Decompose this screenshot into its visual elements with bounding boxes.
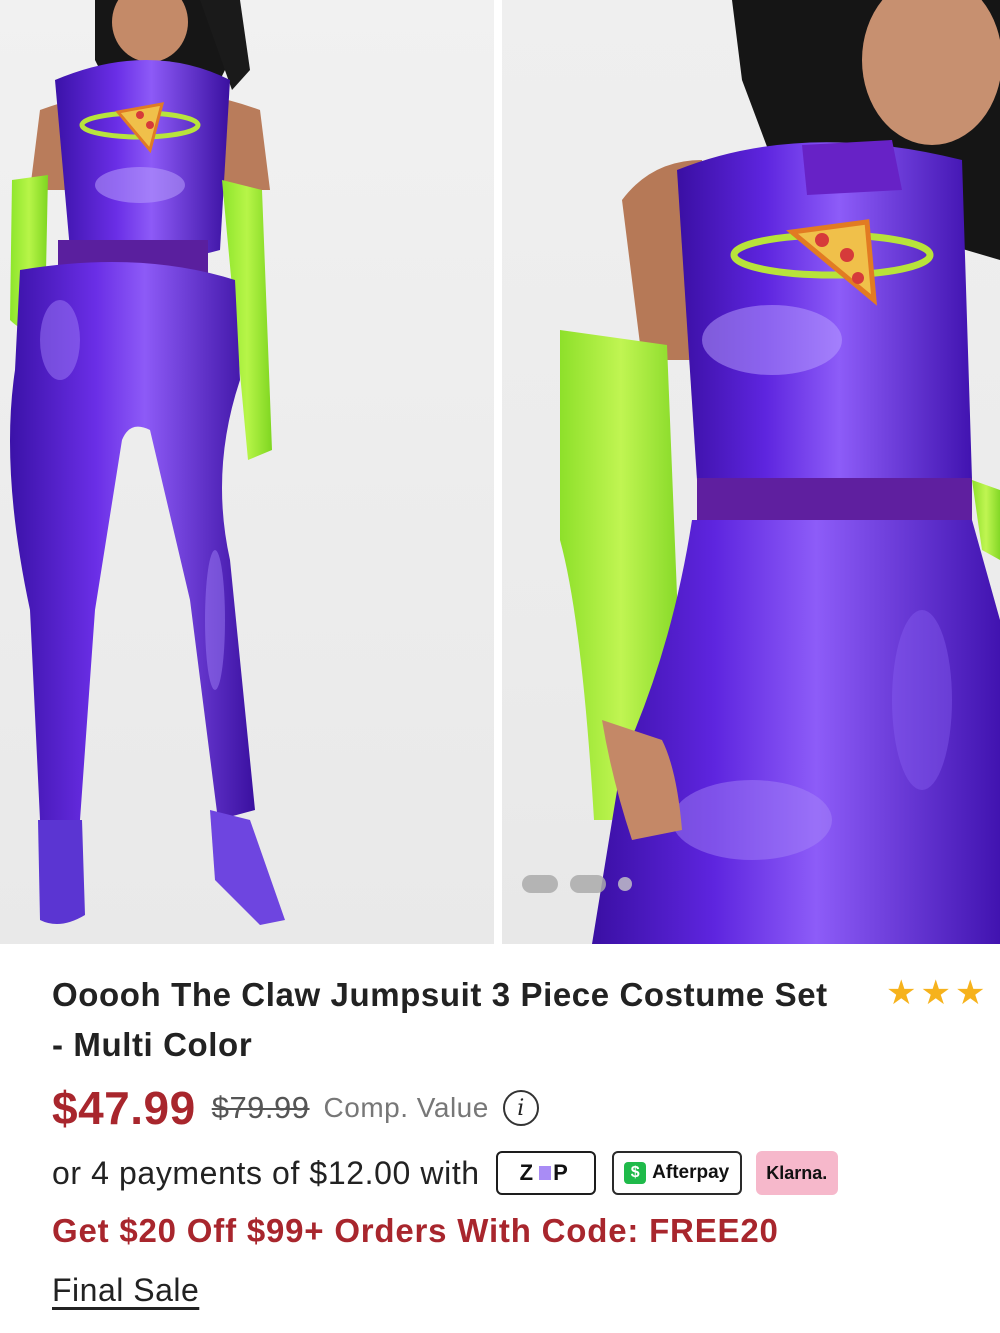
installment-row: or 4 payments of $12.00 with ZP $ Afterp…	[52, 1148, 838, 1198]
installment-text: or 4 payments of $12.00 with	[52, 1154, 480, 1191]
price-row: $47.99 $79.99 Comp. Value i	[52, 1078, 539, 1138]
carousel-dot-2[interactable]	[570, 875, 606, 893]
dollar-icon: $	[624, 1162, 647, 1184]
star-icon: ★	[920, 974, 951, 1012]
carousel-dot-3[interactable]	[618, 877, 632, 891]
product-image-gallery[interactable]	[0, 0, 1000, 944]
final-sale-link[interactable]: Final Sale	[52, 1272, 199, 1309]
sale-price: $47.99	[52, 1082, 196, 1134]
klarna-logo[interactable]: Klarna.	[755, 1151, 838, 1195]
star-icon: ★	[886, 974, 917, 1012]
product-title: Ooooh The Claw Jumpsuit 3 Piece Costume …	[52, 976, 828, 1063]
info-icon[interactable]: i	[502, 1090, 539, 1126]
zip-logo[interactable]: ZP	[495, 1151, 596, 1195]
original-price: $79.99	[211, 1090, 310, 1125]
product-image-close-up[interactable]	[502, 0, 1000, 944]
carousel-dot-1[interactable]	[522, 875, 558, 893]
product-image-full-length[interactable]	[0, 0, 494, 944]
afterpay-label: Afterpay	[652, 1162, 730, 1183]
promo-banner: Get $20 Off $99+ Orders With Code: FREE2…	[52, 1212, 779, 1249]
carousel-indicator[interactable]	[522, 875, 632, 893]
rating-stars[interactable]: ★ ★ ★	[886, 976, 985, 1010]
afterpay-logo[interactable]: $ Afterpay	[611, 1151, 742, 1195]
star-icon: ★	[954, 974, 986, 1012]
comp-value-label: Comp. Value	[323, 1092, 489, 1123]
